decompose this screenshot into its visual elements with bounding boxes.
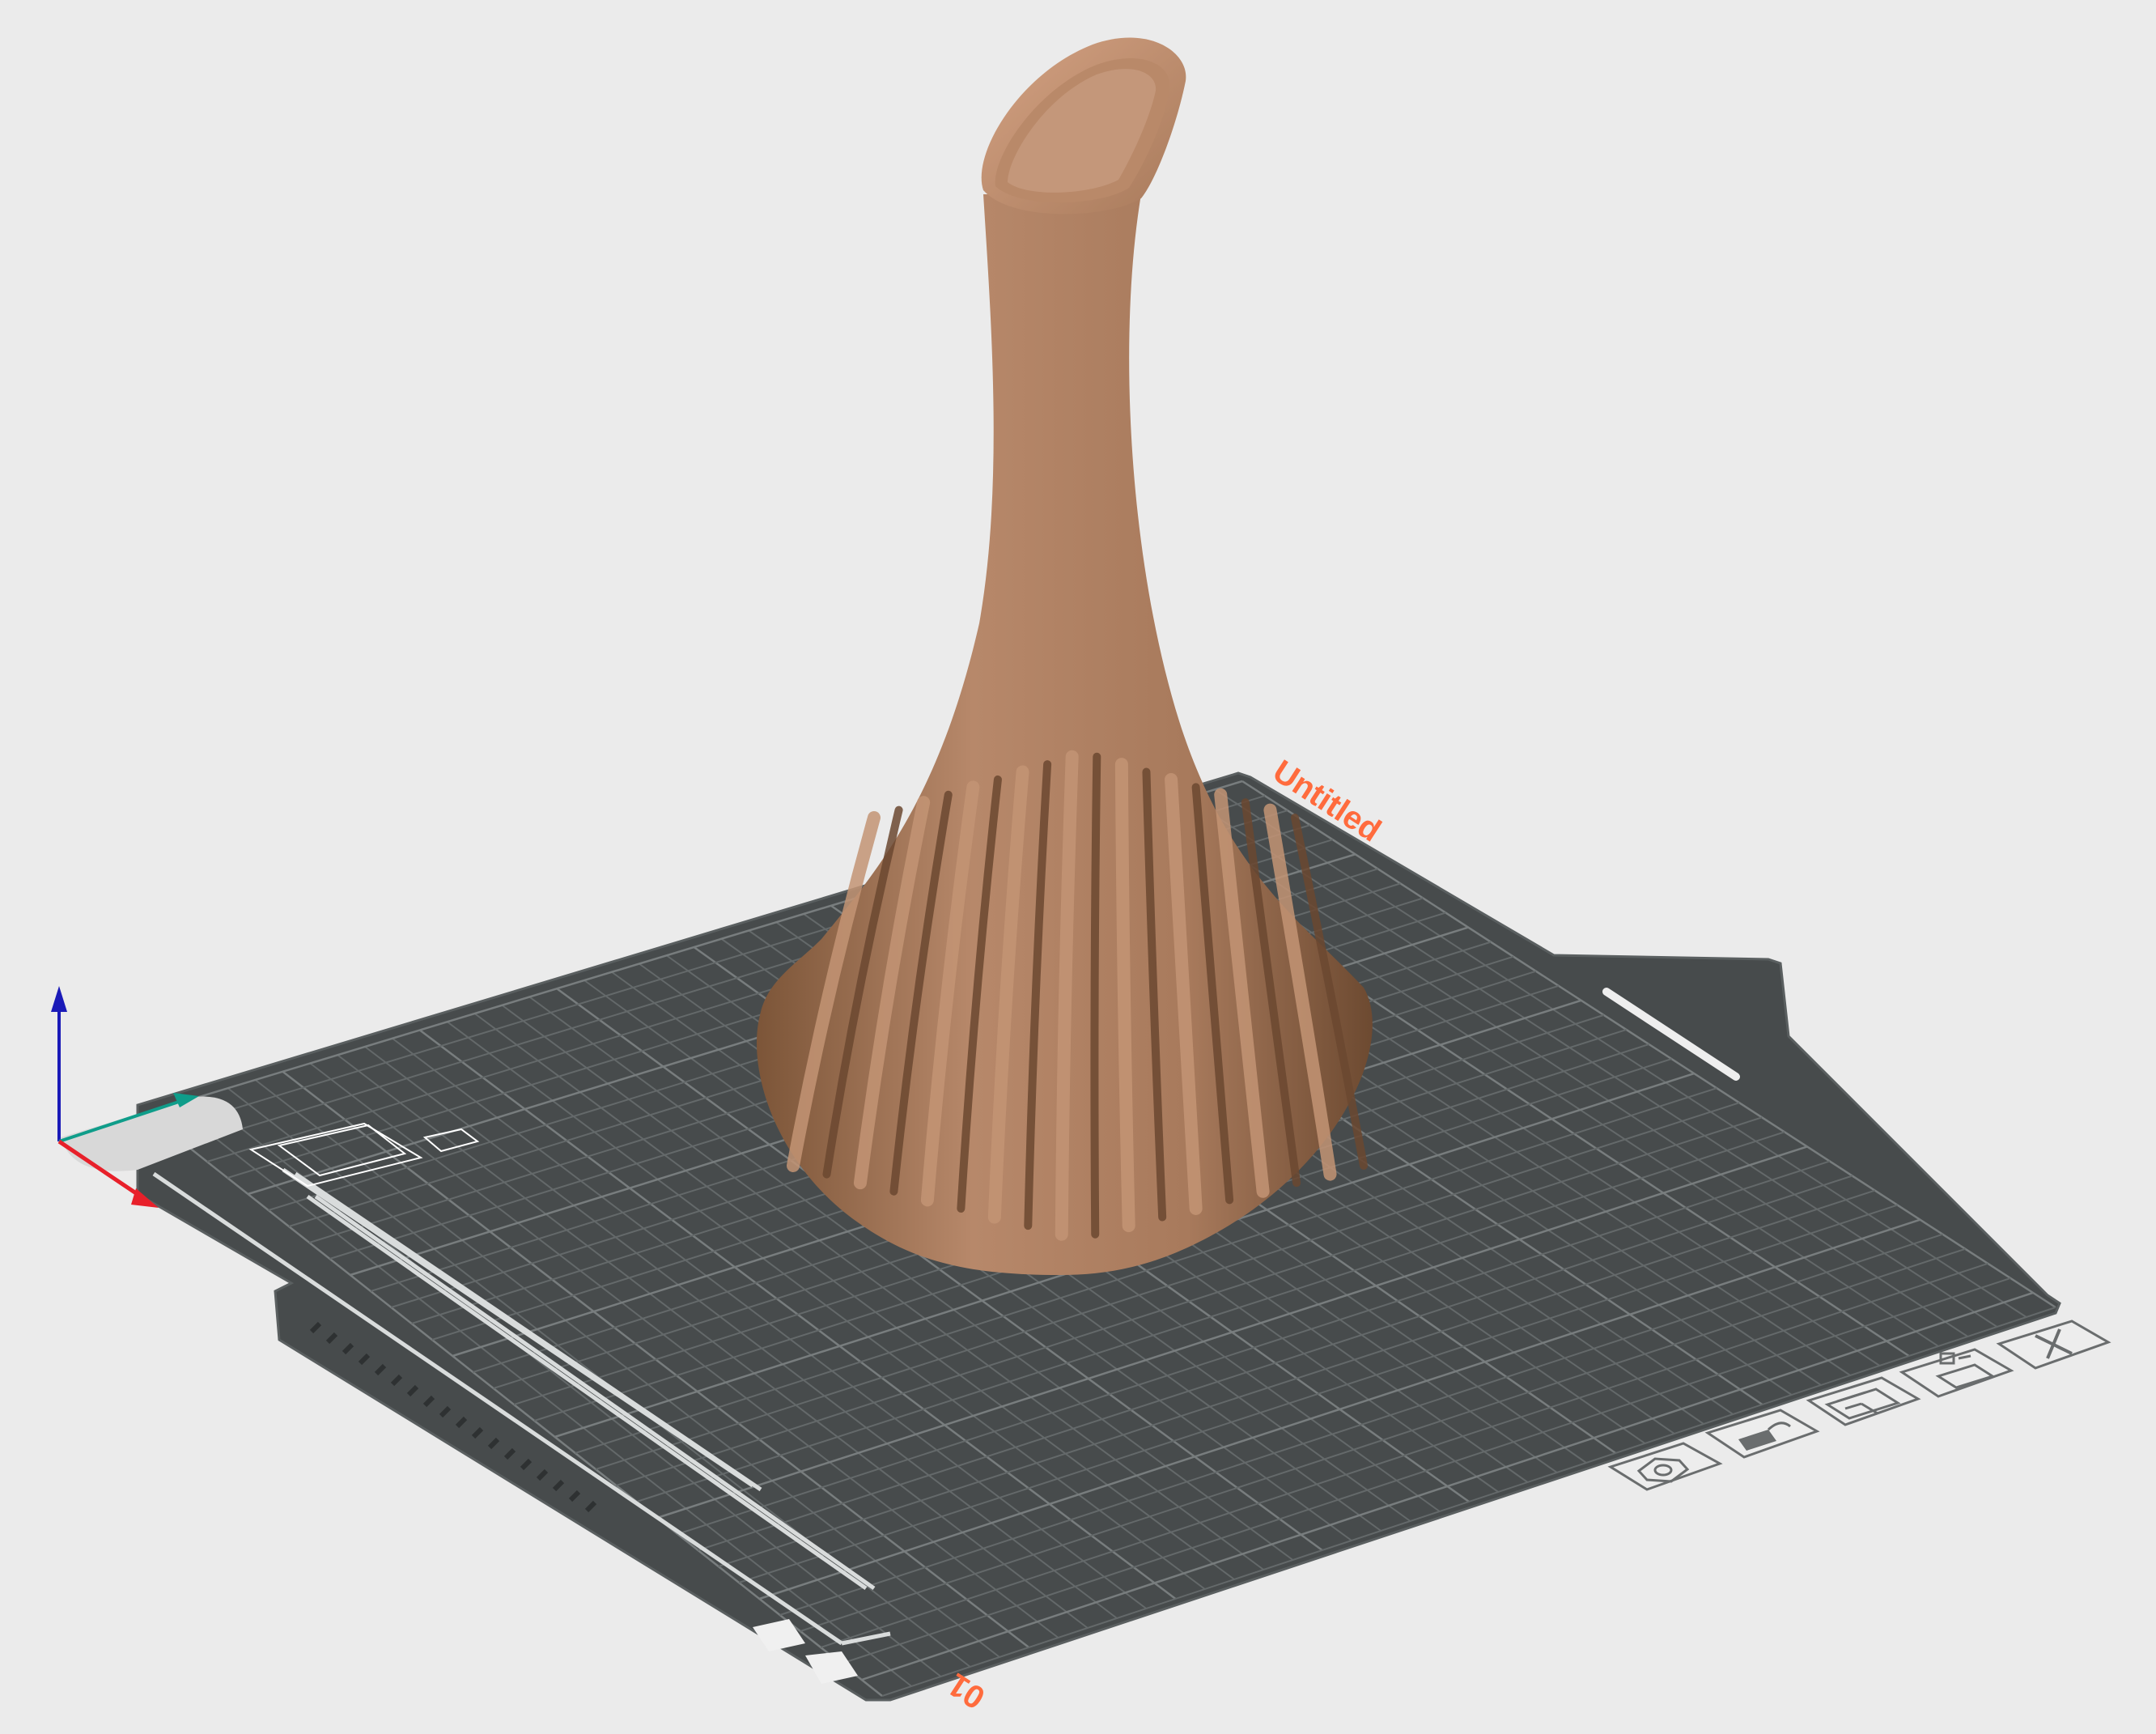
vase-rib (1090, 752, 1101, 1239)
3d-viewport[interactable]: Untitled 01 (0, 0, 2156, 1734)
delete-plate-button[interactable] (1996, 1320, 2111, 1370)
axis-z-arrow (51, 986, 67, 1012)
vase-model[interactable] (757, 37, 1373, 1275)
vase-rib (1114, 758, 1135, 1233)
